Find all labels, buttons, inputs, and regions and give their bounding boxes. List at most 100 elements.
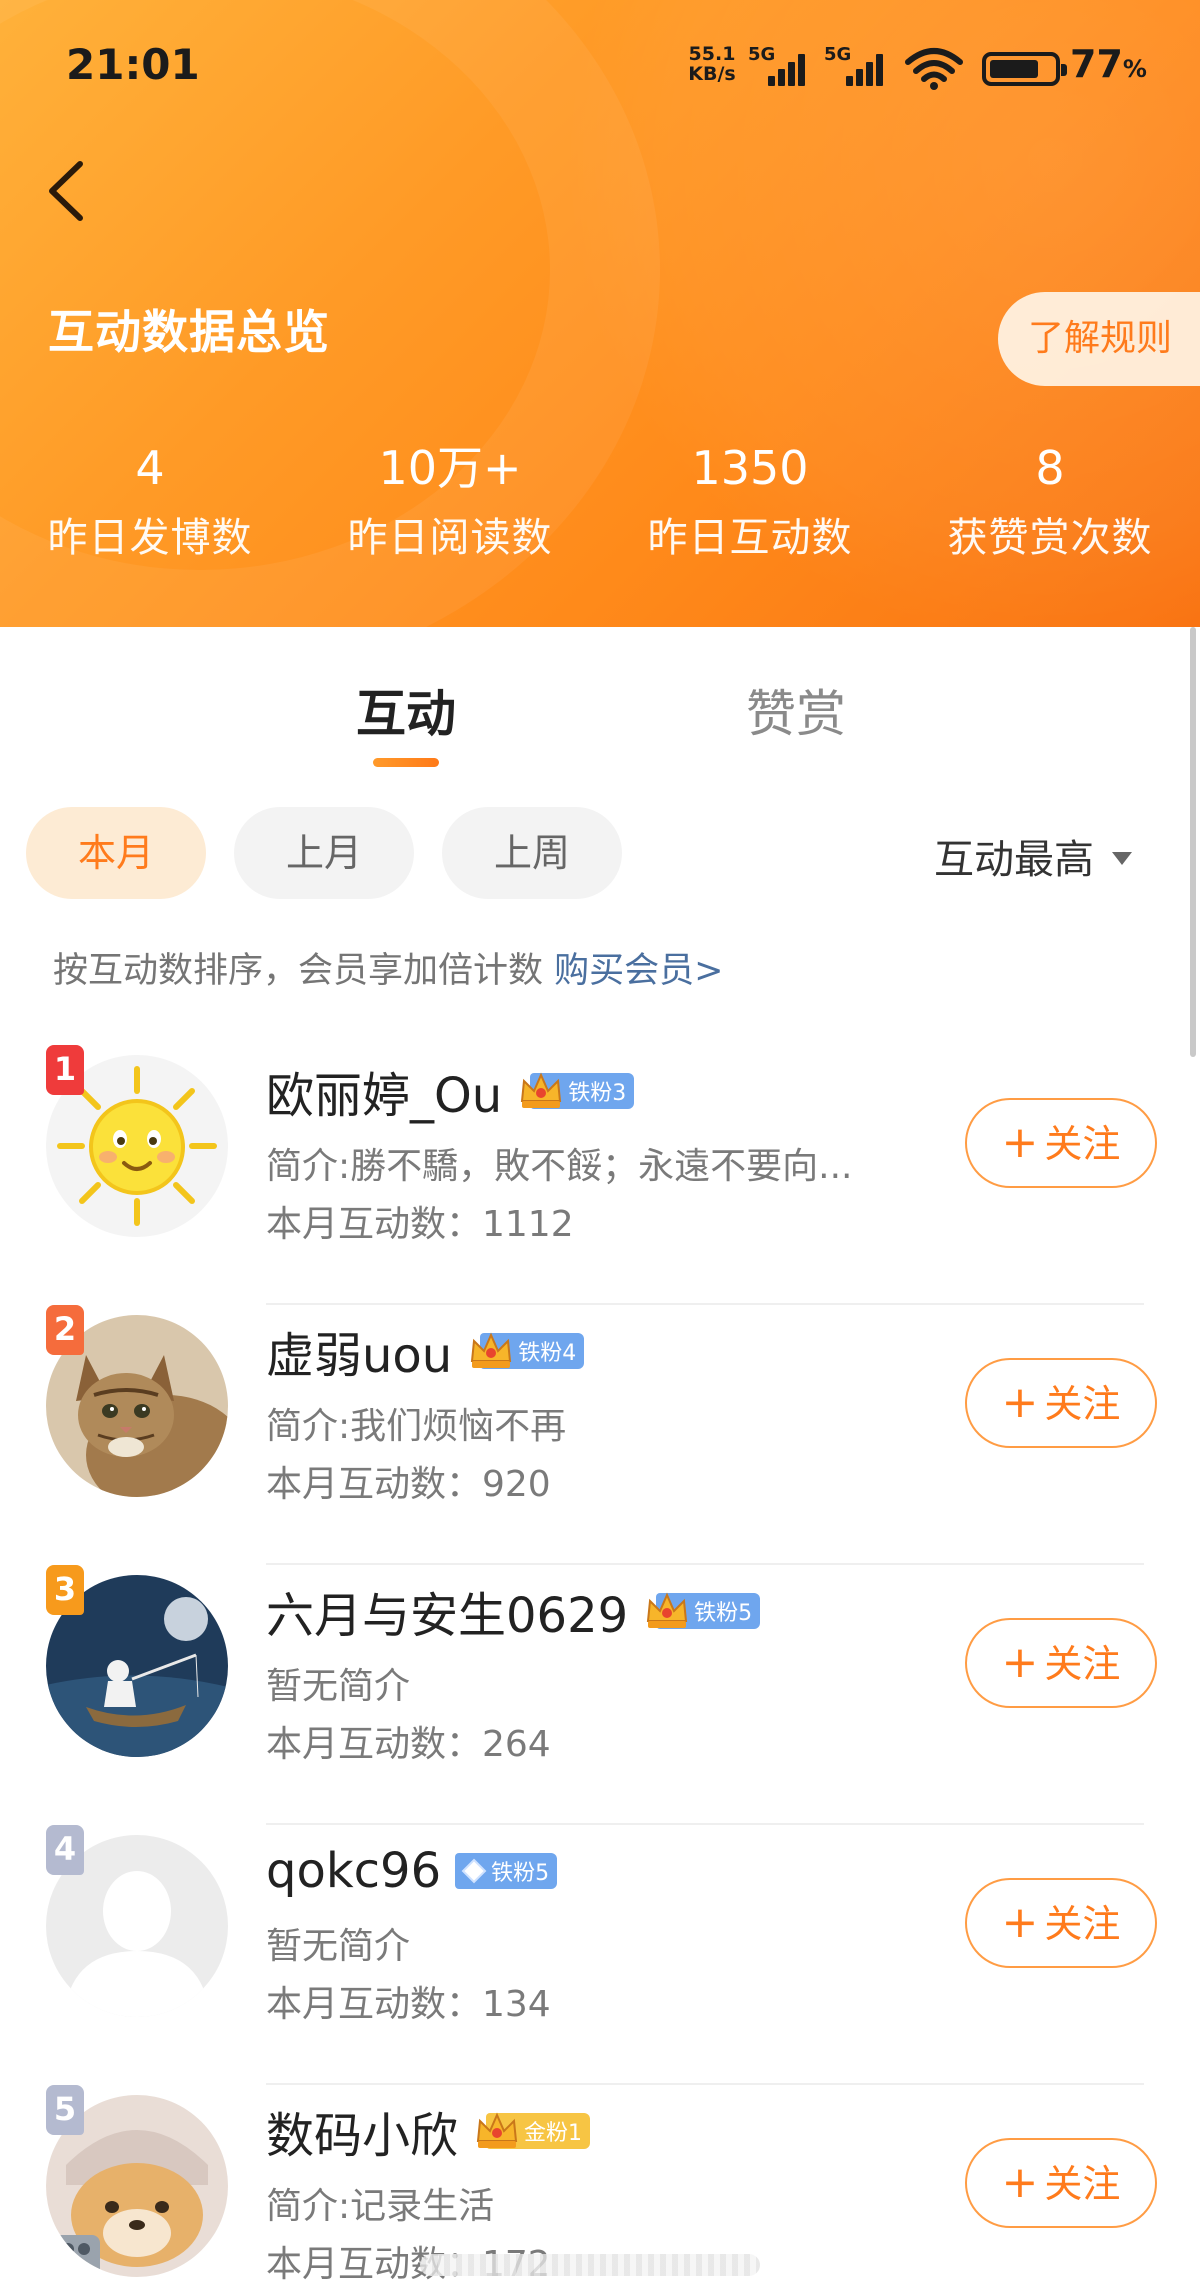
username[interactable]: 六月与安生0629: [266, 1576, 628, 1646]
user-bio: 简介:勝不驕，敗不餒；永遠不要向...: [266, 1146, 853, 1187]
rank-badge: 3: [46, 1565, 84, 1615]
signal-type-label: 5G: [748, 44, 776, 65]
tab-rewards[interactable]: 赞赏: [746, 674, 846, 746]
buy-membership-link[interactable]: 购买会员>: [554, 951, 723, 991]
network-speed-unit: KB/s: [688, 63, 736, 85]
stat-label: 昨日发博数: [47, 515, 253, 561]
crown-icon: [471, 1332, 512, 1368]
rank-badge: 4: [46, 1825, 84, 1875]
rules-button[interactable]: 了解规则: [998, 292, 1200, 386]
fan-level-label: 铁粉4: [518, 1341, 577, 1366]
network-speed-value: 55.1: [688, 43, 736, 65]
interaction-count: 本月互动数：134: [266, 1984, 551, 2025]
user-bio: 简介:记录生活: [266, 2186, 495, 2227]
stat-value: 1350: [691, 441, 809, 495]
follow-button[interactable]: + 关注: [965, 1618, 1157, 1708]
battery-icon: [982, 52, 1067, 86]
tab-active-indicator: [373, 758, 439, 767]
fan-level-badge: 铁粉5: [647, 1592, 761, 1629]
plus-icon: +: [1001, 1897, 1039, 1948]
interaction-count: 本月互动数：1112: [266, 1204, 574, 1245]
user-name-line: 数码小欣 金粉1: [266, 2096, 591, 2166]
home-indicator: [420, 2254, 760, 2276]
signal-type-label: 5G: [824, 44, 852, 65]
follow-button[interactable]: + 关注: [965, 1878, 1157, 1968]
filter-this-month[interactable]: 本月: [26, 807, 206, 899]
status-bar: 21:01 55.1 KB/s 5G 5G 77%: [0, 0, 1200, 130]
username[interactable]: 虚弱uou: [266, 1316, 452, 1386]
stat-label: 昨日互动数: [647, 515, 853, 561]
crown-icon: [476, 2112, 518, 2148]
back-arrow-icon[interactable]: [44, 158, 90, 224]
scrollbar[interactable]: [1190, 627, 1196, 1057]
status-time: 21:01: [66, 40, 200, 89]
filter-last-week[interactable]: 上周: [442, 807, 622, 899]
content-panel: 互动 赞赏 本月 上月 上周 互动最高 按互动数排序，会员享加倍计数 购买会员>…: [0, 627, 1200, 2291]
username[interactable]: 数码小欣: [266, 2096, 458, 2166]
cellular-signal-icon: 5G: [748, 44, 812, 86]
cellular-signal-icon: 5G: [824, 44, 894, 86]
user-name-line: 六月与安生0629 铁粉5: [266, 1576, 761, 1646]
stat-value: 10万+: [378, 441, 522, 495]
sort-hint: 按互动数排序，会员享加倍计数 购买会员>: [53, 942, 723, 993]
follow-button[interactable]: + 关注: [965, 1358, 1157, 1448]
username[interactable]: 欧丽婷_Ou: [266, 1056, 502, 1126]
stat-label: 获赞赏次数: [947, 515, 1153, 561]
filter-last-month[interactable]: 上月: [234, 807, 414, 899]
stat-interactions-yesterday: 1350 昨日互动数: [600, 438, 900, 568]
ranking-row[interactable]: 2 虚弱uou 铁粉4 简介:我们烦恼不再 本月互动数：920 + 关注: [0, 1305, 1200, 1565]
user-name-line: qokc96 铁粉5: [266, 1839, 558, 1903]
username[interactable]: qokc96: [266, 1843, 441, 1899]
stat-value: 8: [1035, 441, 1065, 495]
follow-label: 关注: [1044, 1902, 1121, 1946]
stat-tips-received: 8 获赞赏次数: [900, 438, 1200, 568]
page-title: 互动数据总览: [48, 305, 330, 359]
rank-badge: 1: [46, 1045, 84, 1095]
battery-level: [990, 60, 1038, 78]
tab-interaction[interactable]: 互动: [356, 674, 456, 746]
stat-reads-yesterday: 10万+ 昨日阅读数: [300, 438, 600, 568]
interaction-count: 本月互动数：264: [266, 1724, 551, 1765]
sort-label: 互动最高: [934, 837, 1094, 883]
fan-level-badge: 铁粉4: [471, 1332, 585, 1369]
user-bio: 暂无简介: [266, 1926, 411, 1967]
crown-icon: [647, 1592, 688, 1628]
caret-down-icon: [1112, 851, 1132, 865]
ranking-row[interactable]: 3 六月与安生0629 铁粉5 暂无简介 本月互动数：264 + 关注: [0, 1565, 1200, 1825]
fan-level-label: 铁粉3: [568, 1081, 627, 1106]
ranking-row[interactable]: 4 qokc96 铁粉5 暂无简介 本月互动数：134 + 关注: [0, 1825, 1200, 2085]
network-speed: 55.1 KB/s: [682, 44, 742, 84]
rank-badge: 2: [46, 1305, 84, 1355]
user-name-line: 欧丽婷_Ou 铁粉3: [266, 1056, 635, 1126]
fan-level-label: 铁粉5: [694, 1601, 753, 1626]
user-bio: 简介:我们烦恼不再: [266, 1406, 567, 1447]
sort-hint-text: 按互动数排序，会员享加倍计数: [53, 951, 555, 991]
stat-label: 昨日阅读数: [347, 515, 553, 561]
fan-level-badge: 铁粉5: [455, 1853, 558, 1889]
plus-icon: +: [1001, 2157, 1039, 2208]
follow-button[interactable]: + 关注: [965, 2138, 1157, 2228]
fan-level-label: 铁粉5: [491, 1861, 550, 1886]
rank-badge: 5: [46, 2085, 84, 2135]
wifi-icon: [905, 48, 963, 90]
ranking-row[interactable]: 1 欧丽婷_Ou 铁粉3 简介:勝不驕，敗不餒；永遠不要向... 本月互动数：1…: [0, 1045, 1200, 1305]
diamond-icon: [461, 1858, 487, 1884]
battery-percent: 77%: [1070, 42, 1147, 86]
follow-label: 关注: [1044, 1122, 1121, 1166]
user-bio: 暂无简介: [266, 1666, 411, 1707]
fan-level-badge: 铁粉3: [521, 1072, 635, 1109]
plus-icon: +: [1001, 1377, 1039, 1428]
follow-label: 关注: [1044, 2162, 1121, 2206]
header-banner: 21:01 55.1 KB/s 5G 5G 77% 互动数据总览 了解规则 4 …: [0, 0, 1200, 627]
stat-posts-yesterday: 4 昨日发博数: [0, 438, 300, 568]
plus-icon: +: [1001, 1117, 1039, 1168]
follow-label: 关注: [1044, 1382, 1121, 1426]
stat-value: 4: [135, 441, 165, 495]
fan-level-label: 金粉1: [524, 2121, 583, 2146]
interaction-count: 本月互动数：920: [266, 1464, 551, 1505]
follow-button[interactable]: + 关注: [965, 1098, 1157, 1188]
sort-dropdown[interactable]: 互动最高: [934, 827, 1132, 885]
user-name-line: 虚弱uou 铁粉4: [266, 1316, 585, 1386]
plus-icon: +: [1001, 1637, 1039, 1688]
follow-label: 关注: [1044, 1642, 1121, 1686]
